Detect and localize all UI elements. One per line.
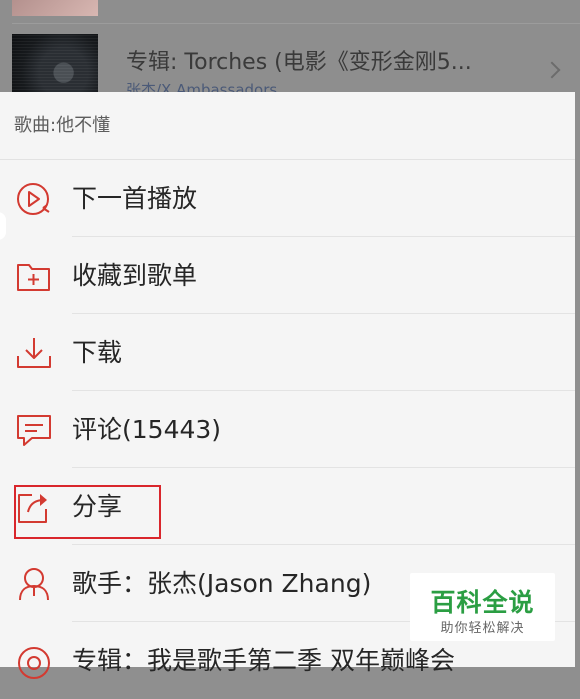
album-icon xyxy=(14,643,54,679)
add-to-playlist-icon xyxy=(14,258,54,294)
menu-item-label: 下载 xyxy=(72,338,123,367)
chevron-right-icon xyxy=(543,61,561,79)
watermark-title: 百科全说 xyxy=(430,588,535,617)
background-previous-row xyxy=(0,0,580,24)
menu-item-label: 歌手：张杰(Jason Zhang) xyxy=(72,569,372,598)
watermark-subtitle: 助你轻松解决 xyxy=(440,621,525,636)
play-next-icon xyxy=(14,181,54,217)
menu-item-label: 评论(15443) xyxy=(72,415,222,444)
singer-icon xyxy=(14,566,54,602)
menu-item-label: 收藏到歌单 xyxy=(72,261,198,290)
previous-row-thumbnail xyxy=(12,0,98,16)
background-album-row: 专辑: Torches (电影《变形金刚5... 张杰/X Ambassador… xyxy=(0,24,580,120)
album-title: 专辑: Torches (电影《变形金刚5... xyxy=(126,50,472,75)
comment-icon xyxy=(14,412,54,448)
menu-item-label: 专辑：我是歌手第二季 双年巅峰会 xyxy=(72,646,455,675)
watermark-logo: 百科全说 助你轻松解决 xyxy=(410,573,555,641)
menu-item-add-to-playlist[interactable]: 收藏到歌单 xyxy=(0,237,575,314)
share-highlight-box xyxy=(14,485,161,539)
download-icon xyxy=(14,335,54,371)
background-song-list: 专辑: Torches (电影《变形金刚5... 张杰/X Ambassador… xyxy=(0,0,580,120)
menu-item-comment[interactable]: 评论(15443) xyxy=(0,391,575,468)
menu-item-label: 下一首播放 xyxy=(72,184,198,213)
menu-item-play-next[interactable]: 下一首播放 xyxy=(0,160,575,237)
menu-item-download[interactable]: 下载 xyxy=(0,314,575,391)
sheet-title: 歌曲:他不懂 xyxy=(0,92,575,160)
